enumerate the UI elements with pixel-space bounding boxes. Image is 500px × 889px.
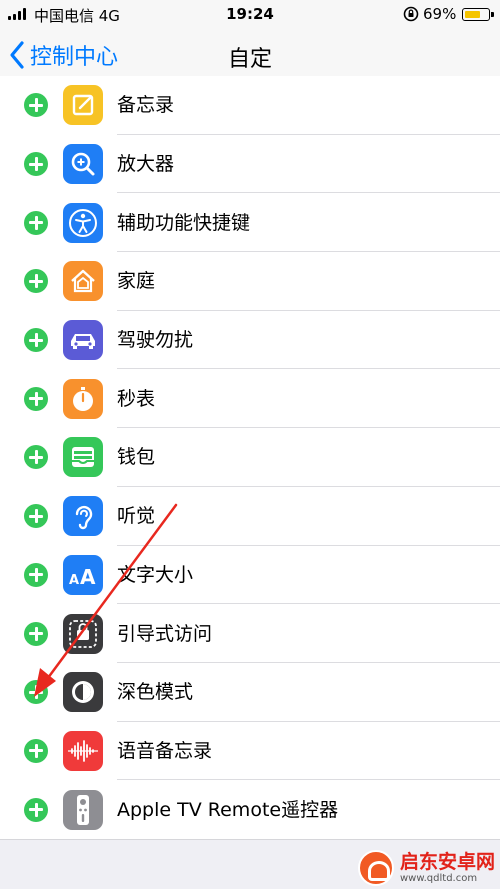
add-control-button[interactable] xyxy=(24,210,48,235)
ear-icon xyxy=(63,496,103,537)
watermark: 启东安卓网 www.qdltd.com xyxy=(358,850,495,886)
status-bar: 中国电信 4G 19:24 69% xyxy=(0,0,500,28)
add-control-button[interactable] xyxy=(24,680,48,705)
control-label: 语音备忘录 xyxy=(117,739,213,762)
control-row: 秒表 xyxy=(0,369,500,429)
wallet-icon xyxy=(63,437,103,478)
control-label: 辅助功能快捷键 xyxy=(117,211,251,234)
control-row: A A 文字大小 xyxy=(0,546,500,605)
svg-text:A: A xyxy=(80,565,96,589)
control-row: 备忘录 xyxy=(0,76,500,135)
battery-percent: 69% xyxy=(423,5,457,23)
page-title: 自定 xyxy=(227,47,272,72)
control-row: 辅助功能快捷键 xyxy=(0,193,500,253)
watermark-name: 启东安卓网 xyxy=(400,851,496,873)
control-label: 深色模式 xyxy=(117,681,194,704)
navigation-bar: 控制中心 自定 xyxy=(0,28,500,83)
car-icon xyxy=(63,320,103,361)
text-size-icon: AA xyxy=(63,554,103,595)
accessibility-icon xyxy=(63,202,103,243)
battery-icon xyxy=(462,8,494,21)
orientation-lock-icon xyxy=(403,6,419,22)
control-label: 秒表 xyxy=(117,387,156,410)
control-label: 钱包 xyxy=(117,446,156,469)
control-row: 引导式访问 xyxy=(0,604,500,663)
control-label: Apple TV Remote遥控器 xyxy=(117,798,339,821)
control-row: 放大器 xyxy=(0,135,500,194)
control-label: 家庭 xyxy=(117,270,156,293)
add-control-button[interactable] xyxy=(24,445,48,470)
svg-text:A: A xyxy=(69,573,79,588)
magnifier-icon xyxy=(63,144,103,185)
control-label: 备忘录 xyxy=(117,94,175,117)
watermark-logo-icon xyxy=(358,850,394,886)
notes-icon xyxy=(63,85,103,126)
control-label: 听觉 xyxy=(117,505,156,528)
control-row: 钱包 xyxy=(0,428,500,487)
control-row: 语音备忘录 xyxy=(0,722,500,781)
home-icon xyxy=(63,261,103,302)
battery-fill xyxy=(464,10,480,18)
apple-tv-remote-icon xyxy=(63,789,103,830)
stopwatch-icon xyxy=(63,378,103,419)
control-row: 听觉 xyxy=(0,487,500,546)
add-control-button[interactable] xyxy=(24,621,48,646)
control-label: 引导式访问 xyxy=(117,622,213,645)
control-row: Apple TV Remote遥控器 xyxy=(0,780,500,839)
add-control-button[interactable] xyxy=(24,797,48,822)
more-controls-list: 备忘录放大器辅助功能快捷键 家庭驾驶勿扰秒表钱包听觉 A A 文字大小引导式访问深色模式… xyxy=(0,76,500,840)
control-row: 驾驶勿扰 xyxy=(0,311,500,370)
voice-memo-icon xyxy=(63,730,103,771)
add-control-button[interactable] xyxy=(24,93,48,118)
add-control-button[interactable] xyxy=(24,738,48,763)
watermark-url: www.qdltd.com xyxy=(400,873,478,884)
add-control-button[interactable] xyxy=(24,269,48,294)
add-control-button[interactable] xyxy=(24,562,48,587)
guided-access-icon xyxy=(63,613,103,654)
control-label: 放大器 xyxy=(117,153,175,176)
dark-mode-icon xyxy=(63,672,103,713)
control-row: 深色模式 xyxy=(0,663,500,722)
control-row: 家庭 xyxy=(0,252,500,311)
add-control-button[interactable] xyxy=(24,386,48,411)
control-label: 驾驶勿扰 xyxy=(117,329,194,352)
add-control-button[interactable] xyxy=(24,152,48,177)
add-control-button[interactable] xyxy=(24,328,48,353)
control-label: 文字大小 xyxy=(117,563,194,586)
add-control-button[interactable] xyxy=(24,504,48,529)
